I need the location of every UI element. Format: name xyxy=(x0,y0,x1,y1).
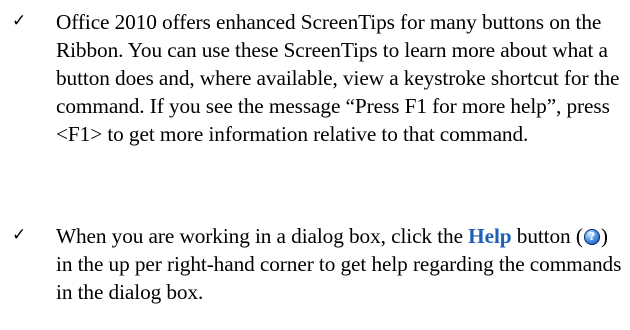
bullet-text-screentips: Office 2010 offers enhanced ScreenTips f… xyxy=(56,10,620,146)
text-segment: When you are working in a dialog box, cl… xyxy=(56,224,469,248)
help-link: Help xyxy=(468,224,512,248)
help-icon xyxy=(583,228,600,245)
text-segment: button ( xyxy=(511,224,583,248)
checkmark-icon: ✓ xyxy=(12,225,27,245)
bullet-text-dialog-help: When you are working in a dialog box, cl… xyxy=(56,222,624,306)
document-page: ✓ Office 2010 offers enhanced ScreenTips… xyxy=(0,0,630,330)
checkmark-icon: ✓ xyxy=(12,11,27,31)
